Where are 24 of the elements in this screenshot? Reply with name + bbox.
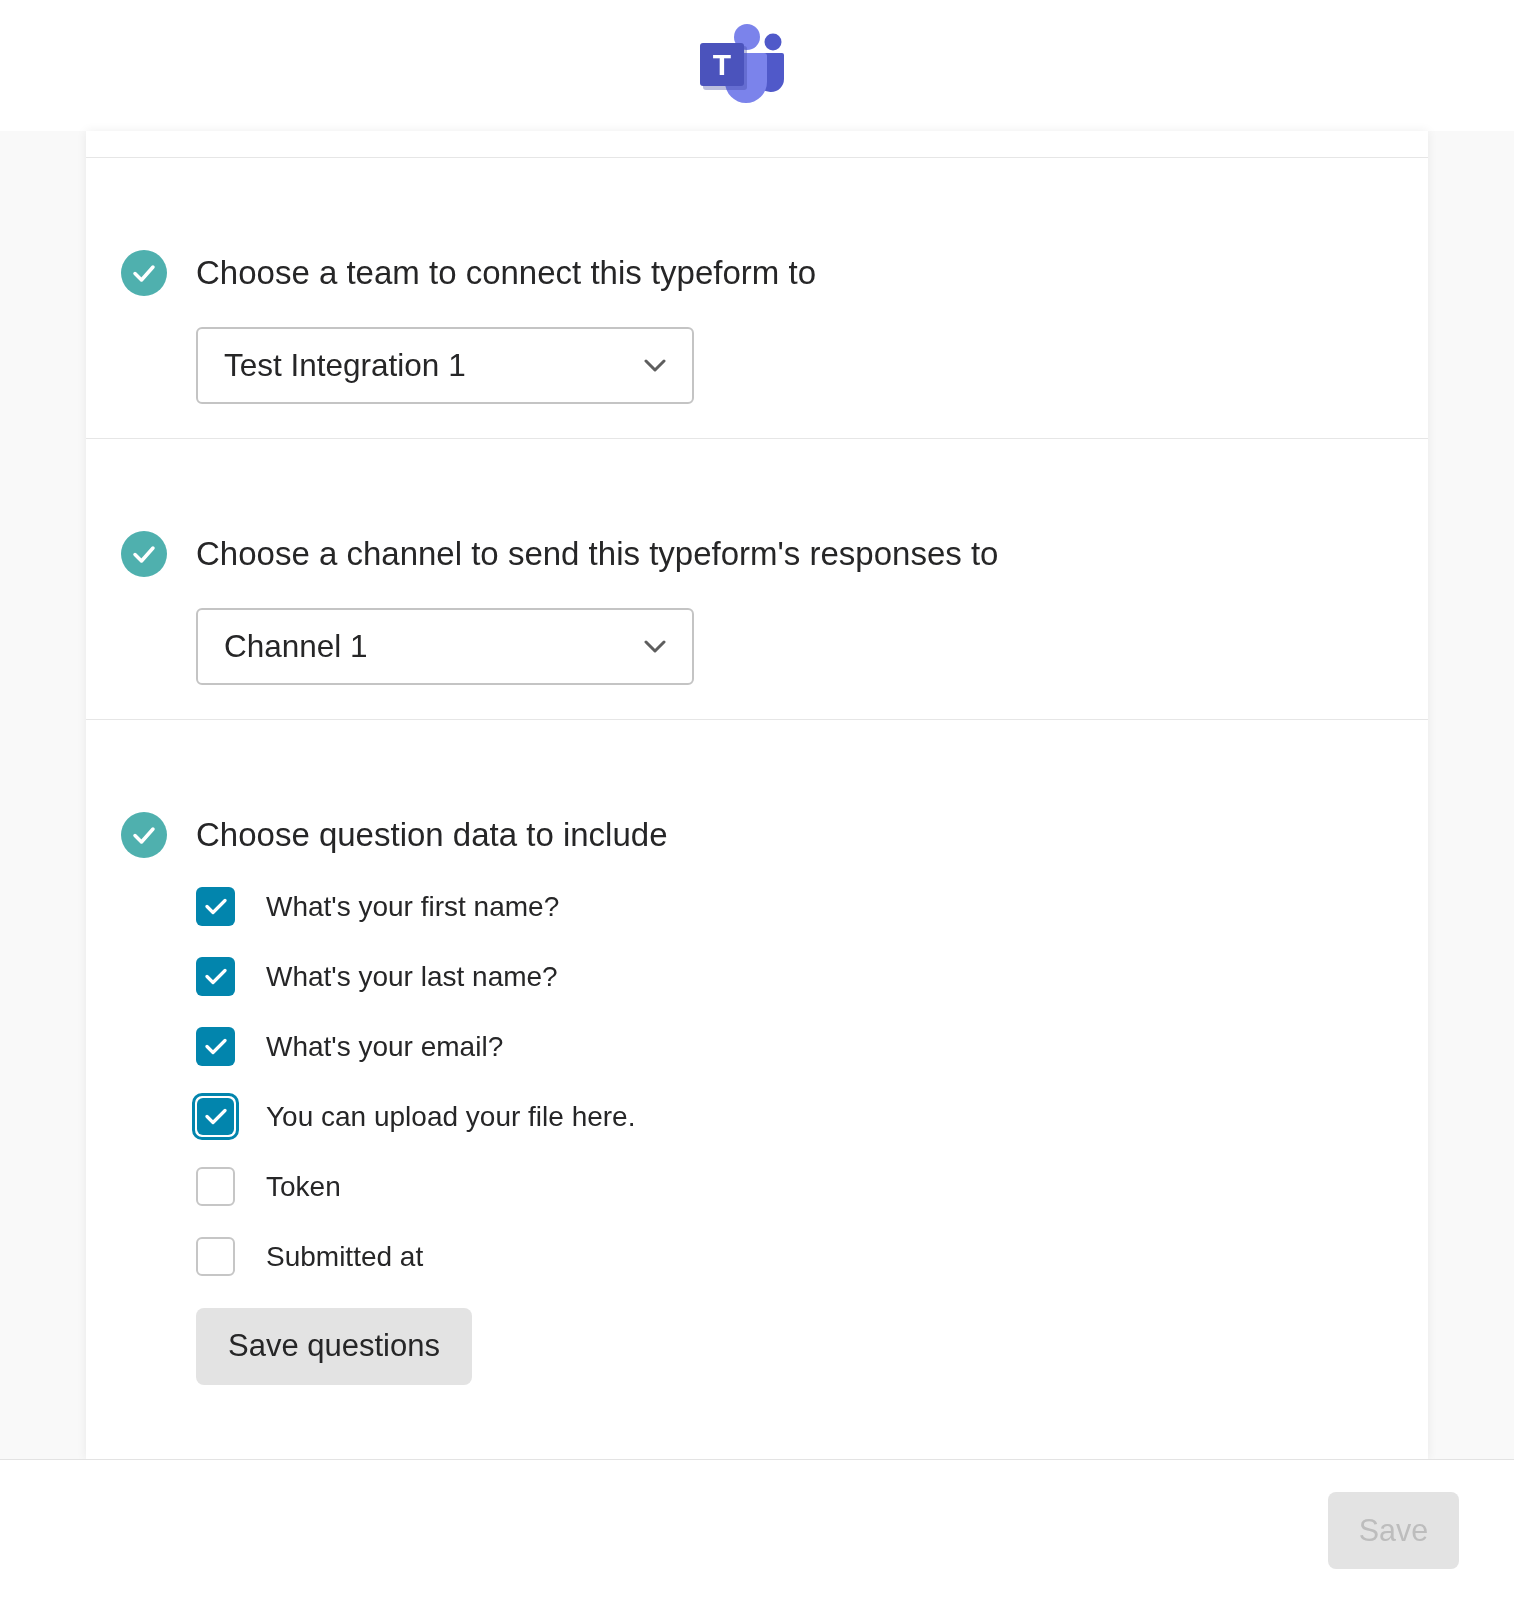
- checkbox[interactable]: [196, 887, 235, 926]
- question-label: Submitted at: [266, 1239, 424, 1274]
- dropdown[interactable]: Channel 1: [196, 608, 694, 685]
- step-title: Choose a channel to send this typeform's responses to: [196, 534, 999, 575]
- checkbox[interactable]: [196, 1237, 235, 1276]
- logo: T: [700, 24, 784, 103]
- checkmark-icon: [204, 1108, 227, 1125]
- step-title: Choose question data to include: [196, 815, 668, 856]
- save-questions-button[interactable]: Save questions: [196, 1308, 472, 1385]
- checkmark-icon: [204, 898, 227, 915]
- question-label: What's your email?: [266, 1029, 504, 1064]
- step-title: Choose a team to connect this typeform to: [196, 253, 816, 294]
- question-label: What's your first name?: [266, 889, 560, 924]
- dropdown[interactable]: Test Integration 1: [196, 327, 694, 404]
- checkmark-icon: [204, 968, 227, 985]
- question-label: Token: [266, 1169, 341, 1204]
- question-label: What's your last name?: [266, 959, 558, 994]
- chevron-down-icon: [644, 359, 666, 372]
- checkbox[interactable]: [196, 1027, 235, 1066]
- checkbox[interactable]: [196, 1167, 235, 1206]
- checkmark-icon: [204, 1038, 227, 1055]
- chevron-down-icon: [644, 640, 666, 653]
- question-label: You can upload your file here.: [266, 1099, 636, 1134]
- checkbox[interactable]: [196, 957, 235, 996]
